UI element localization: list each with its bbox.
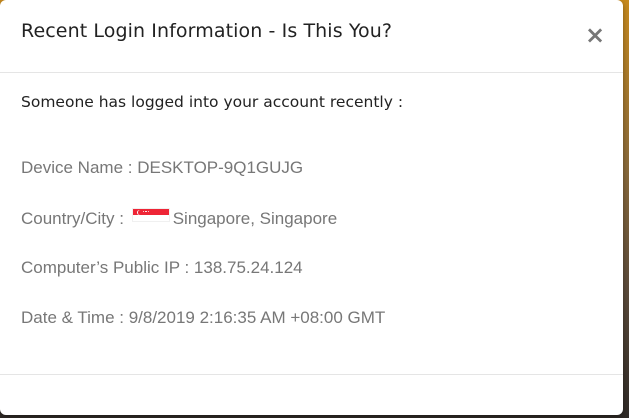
dialog-footer <box>0 374 623 415</box>
country-city-value: Singapore, Singapore <box>172 209 338 228</box>
dialog-header: Recent Login Information - Is This You? … <box>0 0 623 73</box>
date-time-label: Date & Time : <box>21 308 129 327</box>
date-time-value: 9/8/2019 2:16:35 AM +08:00 GMT <box>128 308 386 327</box>
dialog-title: Recent Login Information - Is This You? <box>21 20 393 42</box>
device-name-value: DESKTOP-9Q1GUJG <box>137 158 304 177</box>
public-ip-label: Computer’s Public IP : <box>21 258 194 277</box>
country-city-row: Country/City : Singapore, Singapore <box>21 208 337 229</box>
device-name-label: Device Name : <box>21 158 138 177</box>
close-button[interactable]: × <box>584 23 606 47</box>
singapore-flag-icon <box>131 208 170 222</box>
device-name-row: Device Name : DESKTOP-9Q1GUJG <box>21 158 303 178</box>
public-ip-row: Computer’s Public IP : 138.75.24.124 <box>21 258 303 278</box>
dialog-body: Someone has logged into your account rec… <box>0 73 623 373</box>
date-time-row: Date & Time : 9/8/2019 2:16:35 AM +08:00… <box>21 308 385 328</box>
public-ip-value: 138.75.24.124 <box>193 258 303 277</box>
country-city-label: Country/City : <box>21 209 129 228</box>
login-info-dialog: Recent Login Information - Is This You? … <box>0 0 623 415</box>
lead-text: Someone has logged into your account rec… <box>21 93 404 111</box>
